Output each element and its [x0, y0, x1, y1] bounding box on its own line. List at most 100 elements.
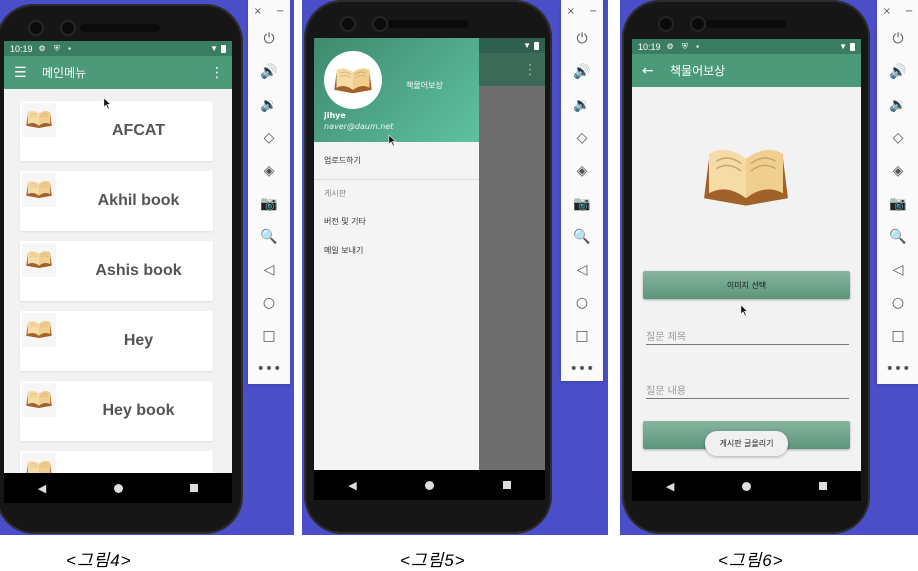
question-title-field[interactable]	[646, 325, 849, 347]
camera-icon[interactable]: 📷	[877, 187, 918, 220]
emulator-window-controls: × −	[248, 0, 290, 22]
zoom-icon[interactable]: 🔍	[877, 220, 918, 253]
figure-4-panel: 10:19 ⚙ ⛨ ▪ ▼ ☰ 메인메뉴 ⋮ AFCAT Akhil book …	[0, 0, 294, 535]
book-card[interactable]: AFCAT	[20, 101, 213, 161]
minimize-icon[interactable]: −	[905, 6, 913, 17]
back-nav-icon[interactable]: ◀	[348, 479, 356, 492]
camera-icon[interactable]: 📷	[561, 187, 603, 220]
mouse-cursor-icon	[103, 97, 112, 110]
volume-down-icon[interactable]: 🔉	[561, 88, 603, 121]
emulator-toolbar: × − ⏻ 🔊 🔉 ◇ ◈ 📷 🔍 ◁ ○ □ •••	[248, 0, 290, 384]
speaker	[706, 20, 786, 28]
question-title-input[interactable]	[646, 328, 849, 347]
phone-frame: 10:19 ⚙ ⛨ ▪ ▼ ← 책물어보상 이미지 선택 게시판 글올리기 ◀	[622, 0, 870, 534]
home-nav-icon[interactable]	[742, 481, 752, 491]
status-bar: 10:19 ⚙ ⛨ ▪ ▼	[632, 39, 861, 54]
back-nav-icon[interactable]: ◀	[666, 480, 674, 493]
close-icon[interactable]: ×	[567, 6, 575, 17]
rotate-left-icon[interactable]: ◇	[561, 121, 603, 154]
book-title: Ashis book	[95, 262, 182, 279]
back-icon[interactable]: ◁	[248, 253, 290, 286]
emulator-toolbar: × − ⏻ 🔊 🔉 ◇ ◈ 📷 🔍 ◁ ○ □ •••	[561, 0, 603, 381]
rotate-right-icon[interactable]: ◈	[248, 154, 290, 187]
recents-nav-icon[interactable]	[819, 482, 828, 490]
navigation-drawer[interactable]: 책물어보상 jihye naver@daum.net 업로드하기 게시판 버전 …	[314, 38, 479, 470]
more-icon[interactable]: •••	[877, 352, 918, 385]
book-thumbnail	[22, 313, 56, 347]
status-bar: 10:19 ⚙ ⛨ ▪ ▼	[4, 41, 232, 56]
status-icons: ⚙ ⛨ ▪	[666, 41, 702, 51]
battery-icon	[850, 42, 855, 51]
drawer-item-mail[interactable]: 메일 보내기	[324, 245, 363, 256]
power-icon[interactable]: ⏻	[561, 22, 603, 55]
recents-nav-icon[interactable]	[190, 484, 199, 492]
book-card[interactable]: Ashis book	[20, 241, 213, 301]
drawer-section-board: 게시판	[324, 189, 347, 198]
volume-up-icon[interactable]: 🔊	[561, 55, 603, 88]
back-arrow-icon[interactable]: ←	[642, 63, 662, 79]
zoom-icon[interactable]: 🔍	[561, 220, 603, 253]
drawer-item-version[interactable]: 버전 및 기타	[324, 216, 366, 227]
more-options-icon[interactable]: ⋮	[210, 65, 224, 81]
home-icon[interactable]: ○	[248, 286, 290, 319]
question-content-input[interactable]	[646, 382, 849, 401]
back-icon[interactable]: ◁	[877, 253, 918, 286]
emulator-toolbar: × − ⏻ 🔊 🔉 ◇ ◈ 📷 🔍 ◁ ○ □ •••	[877, 0, 918, 384]
home-nav-icon[interactable]	[113, 483, 123, 493]
rotate-right-icon[interactable]: ◈	[561, 154, 603, 187]
screen: 10:19 ⚙ ⛨ ▪ ▼ ⋮ 책물어보상 jihye naver@daum.n…	[314, 38, 545, 500]
minimize-icon[interactable]: −	[276, 6, 284, 17]
volume-down-icon[interactable]: 🔉	[877, 88, 918, 121]
user-email: naver@daum.net	[324, 122, 394, 131]
back-icon[interactable]: ◁	[561, 253, 603, 286]
camera-icon[interactable]: 📷	[248, 187, 290, 220]
divider	[314, 179, 479, 180]
zoom-icon[interactable]: 🔍	[248, 220, 290, 253]
front-camera	[30, 22, 42, 34]
sensor	[374, 18, 386, 30]
book-card[interactable]: Akhil book	[20, 171, 213, 231]
recents-nav-icon[interactable]	[502, 481, 511, 489]
drawer-item-upload[interactable]: 업로드하기	[324, 155, 361, 166]
mouse-cursor-icon	[740, 304, 749, 317]
menu-icon[interactable]: ☰	[14, 65, 34, 81]
question-content-field[interactable]	[646, 379, 849, 401]
wifi-icon: ▼	[523, 41, 531, 50]
book-icon	[24, 177, 54, 201]
drawer-title: 책물어보상	[406, 81, 443, 90]
book-icon	[24, 107, 54, 131]
select-image-button[interactable]: 이미지 선택	[643, 271, 850, 299]
book-title: Hey book	[102, 402, 175, 419]
volume-up-icon[interactable]: 🔊	[877, 55, 918, 88]
power-icon[interactable]: ⏻	[877, 22, 918, 55]
minimize-icon[interactable]: −	[589, 6, 597, 17]
rotate-right-icon[interactable]: ◈	[877, 154, 918, 187]
status-time: 10:19	[638, 41, 661, 52]
battery-icon	[534, 41, 539, 50]
status-icons: ⚙ ⛨ ▪	[38, 43, 74, 53]
rotate-left-icon[interactable]: ◇	[248, 121, 290, 154]
home-icon[interactable]: ○	[561, 286, 603, 319]
close-icon[interactable]: ×	[254, 6, 262, 17]
book-card[interactable]: Hey book	[20, 381, 213, 441]
power-icon[interactable]: ⏻	[248, 22, 290, 55]
book-card[interactable]: Hey	[20, 311, 213, 371]
app-bar: ☰ 메인메뉴 ⋮	[4, 56, 232, 89]
rotate-left-icon[interactable]: ◇	[877, 121, 918, 154]
overview-icon[interactable]: □	[248, 319, 290, 352]
home-icon[interactable]: ○	[877, 286, 918, 319]
figure-5-caption: <그림5>	[400, 551, 466, 570]
overview-icon[interactable]: □	[877, 319, 918, 352]
more-icon[interactable]: •••	[248, 352, 290, 385]
volume-up-icon[interactable]: 🔊	[248, 55, 290, 88]
emulator-window-controls: × −	[561, 0, 603, 22]
overview-icon[interactable]: □	[561, 319, 603, 352]
home-nav-icon[interactable]	[425, 480, 435, 490]
mouse-cursor-icon	[388, 134, 397, 147]
phone-frame: 10:19 ⚙ ⛨ ▪ ▼ ⋮ 책물어보상 jihye naver@daum.n…	[304, 0, 552, 534]
close-icon[interactable]: ×	[883, 6, 891, 17]
back-nav-icon[interactable]: ◀	[38, 482, 46, 495]
book-image	[696, 139, 796, 213]
volume-down-icon[interactable]: 🔉	[248, 88, 290, 121]
more-icon[interactable]: •••	[561, 352, 603, 385]
